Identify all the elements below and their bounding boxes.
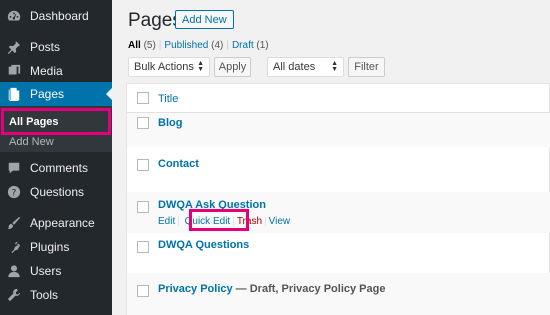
menu-item-questions[interactable]: ? Questions [0, 180, 112, 204]
menu-item-dashboard[interactable]: Dashboard [0, 4, 112, 28]
menu-item-appearance[interactable]: Appearance [0, 211, 112, 235]
add-new-button[interactable]: Add New [175, 10, 234, 29]
filter-published-link[interactable]: Published [164, 40, 208, 51]
row-checkbox[interactable] [137, 285, 149, 297]
apply-button[interactable]: Apply [214, 57, 251, 77]
menu-item-posts[interactable]: Posts [0, 35, 112, 59]
row-checkbox[interactable] [137, 159, 149, 171]
submenu-label: Add New [9, 136, 54, 148]
menu-label: Posts [30, 40, 61, 54]
plugin-icon [7, 240, 21, 254]
status-filter-links: All (5) | Published (4) | Draft (1) [128, 40, 269, 51]
filter-published-count: (4) [211, 40, 224, 51]
row-checkbox[interactable] [137, 241, 149, 253]
menu-label: Comments [30, 161, 89, 175]
question-icon: ? [7, 185, 21, 199]
row-checkbox[interactable] [137, 201, 149, 213]
post-state: — Draft, Privacy Policy Page [235, 283, 386, 295]
page-title-link[interactable]: Blog [158, 117, 182, 129]
select-arrows-icon: ▲ ▼ [197, 60, 204, 73]
dates-select[interactable]: All dates ▲ ▼ [267, 57, 344, 77]
edit-link[interactable]: Edit [158, 216, 175, 227]
dashboard-icon [7, 9, 21, 23]
filter-button[interactable]: Filter [348, 57, 385, 77]
brush-icon [7, 216, 21, 230]
admin-sidebar: Dashboard Posts Media Pages All Pages Ad… [0, 0, 112, 315]
table-row: Blog [127, 113, 550, 147]
bulk-actions-value: Bulk Actions [134, 61, 194, 73]
table-row: DWQA Questions [127, 233, 550, 273]
pin-icon [7, 40, 21, 54]
wrench-icon [7, 288, 21, 302]
page-title-text: Privacy Policy [158, 283, 233, 295]
menu-item-tools[interactable]: Tools [0, 283, 112, 307]
highlight-box [189, 209, 249, 231]
svg-text:?: ? [12, 189, 17, 199]
menu-label: Users [30, 264, 62, 278]
pages-icon [7, 87, 21, 101]
menu-label: Media [30, 64, 63, 78]
select-all-checkbox[interactable] [137, 92, 149, 104]
page-title: Pages [128, 10, 182, 31]
menu-label: Pages [30, 87, 65, 101]
menu-label: Questions [30, 185, 85, 199]
pages-table: Title Blog Contact DWQA Ask Question Edi… [126, 83, 550, 315]
page-title-link[interactable]: Privacy Policy — Draft, Privacy Policy P… [158, 283, 385, 295]
menu-label: Tools [30, 288, 59, 302]
filter-all-count: (5) [143, 40, 156, 51]
dates-value: All dates [273, 61, 316, 73]
column-title-header[interactable]: Title [158, 93, 178, 105]
page-title-link[interactable]: DWQA Questions [158, 239, 249, 251]
menu-item-media[interactable]: Media [0, 59, 112, 83]
main-content: Pages Add New All (5) | Published (4) | Draf… [112, 0, 550, 315]
menu-label: Plugins [30, 240, 70, 254]
row-checkbox[interactable] [137, 117, 149, 129]
view-link[interactable]: View [269, 216, 291, 227]
menu-label: Dashboard [30, 9, 89, 23]
filter-draft-count: (1) [256, 40, 269, 51]
user-icon [7, 264, 21, 278]
menu-label: Appearance [30, 216, 95, 230]
filter-all-link[interactable]: All [128, 40, 141, 51]
highlight-box [1, 108, 111, 135]
comment-icon [7, 161, 21, 175]
table-row: Contact [127, 147, 550, 192]
filter-draft-link[interactable]: Draft [232, 40, 254, 51]
menu-item-pages[interactable]: Pages [0, 82, 112, 106]
menu-item-comments[interactable]: Comments [0, 156, 112, 180]
table-row: Privacy Policy — Draft, Privacy Policy P… [127, 273, 550, 315]
page-title-link[interactable]: Contact [158, 158, 199, 170]
media-icon [7, 64, 21, 78]
menu-item-plugins[interactable]: Plugins [0, 235, 112, 259]
select-arrows-icon: ▲ ▼ [331, 60, 338, 73]
menu-item-users[interactable]: Users [0, 259, 112, 283]
bulk-actions-select[interactable]: Bulk Actions ▲ ▼ [128, 57, 210, 77]
